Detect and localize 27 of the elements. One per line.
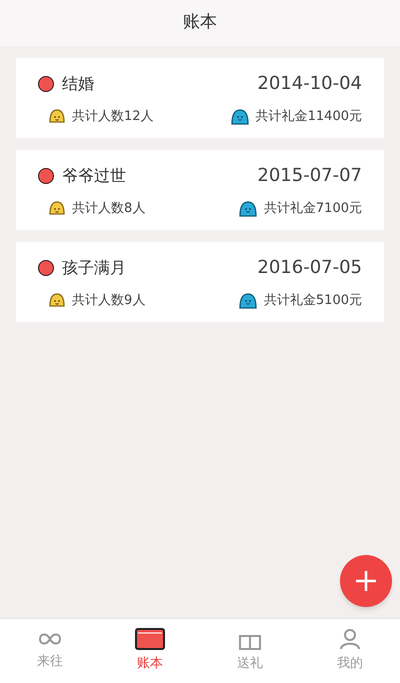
ghost-icon — [230, 108, 250, 126]
people-count: 共计人数8人 — [72, 200, 146, 218]
event-date: 2014-10-04 — [257, 72, 362, 96]
page-title: 账本 — [183, 11, 217, 34]
person-icon — [338, 628, 362, 650]
people-count: 共计人数12人 — [72, 108, 154, 126]
ledger-card[interactable]: 爷爷过世 2015-07-07 共计人数8人 共计礼金7100元 — [16, 150, 384, 230]
gift-total: 共计礼金5100元 — [264, 292, 362, 310]
tab[interactable]: 我的 — [300, 619, 400, 683]
ghost-icon — [238, 292, 258, 310]
ledger-card[interactable]: 孩子满月 2016-07-05 共计人数9人 共计礼金5100元 — [16, 242, 384, 322]
gift-total: 共计礼金7100元 — [264, 200, 362, 218]
gift-total: 共计礼金11400元 — [256, 108, 362, 126]
tab[interactable]: 来往 — [0, 619, 100, 683]
event-name: 爷爷过世 — [62, 164, 126, 186]
ledger-card[interactable]: 结婚 2014-10-04 共计人数12人 共计礼金11400元 — [16, 58, 384, 138]
event-date: 2016-07-05 — [257, 256, 362, 280]
event-name: 结婚 — [62, 72, 94, 94]
add-button[interactable] — [340, 555, 392, 607]
event-name: 孩子满月 — [62, 256, 126, 278]
tab[interactable]: 送礼 — [200, 619, 300, 683]
ghost-icon — [238, 200, 258, 218]
event-date: 2015-07-07 — [257, 164, 362, 188]
tab[interactable]: 账本 — [100, 619, 200, 683]
plus-icon — [354, 569, 378, 593]
book-icon — [135, 628, 165, 650]
people-count: 共计人数9人 — [72, 292, 146, 310]
